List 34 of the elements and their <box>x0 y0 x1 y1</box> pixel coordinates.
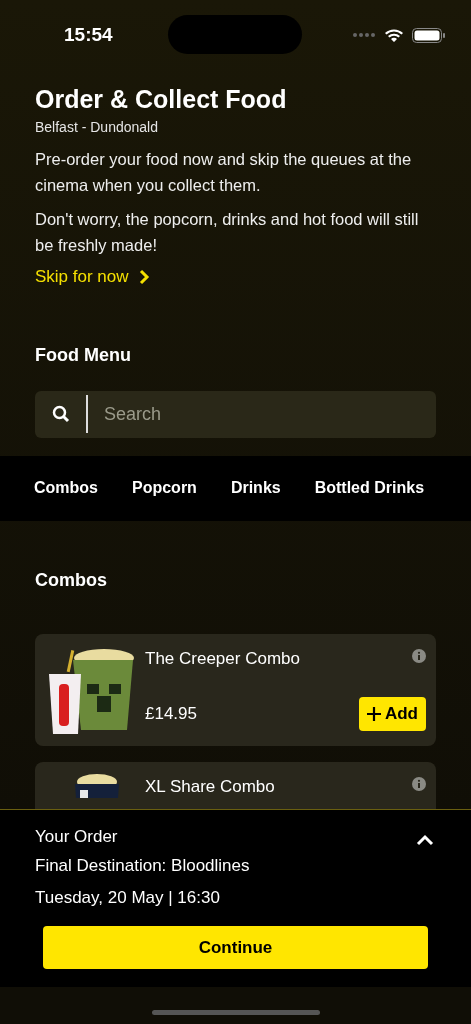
product-card[interactable]: XL Share Combo <box>35 761 436 809</box>
showtime: Tuesday, 20 May | 16:30 <box>35 886 221 909</box>
info-icon[interactable] <box>412 776 426 791</box>
plus-icon <box>366 707 381 721</box>
wifi-icon <box>384 27 404 43</box>
intro-text: Don't worry, the popcorn, drinks and hot food will still be freshly made! <box>35 209 420 256</box>
page-title: Order & Collect Food <box>35 84 288 114</box>
status-time: 15:54 <box>64 22 113 47</box>
category-tab[interactable]: Combos <box>34 476 98 500</box>
category-tab[interactable]: Popcorn <box>132 476 197 500</box>
category-tab[interactable]: Drinks <box>230 476 281 500</box>
product-name: XL Share Combo <box>145 775 275 798</box>
film-title: Final Destination: Bloodlines <box>35 855 251 877</box>
skip-link[interactable]: Skip for now <box>35 264 150 290</box>
signal-icon <box>352 32 376 38</box>
cinema-name: Belfast - Dundonald <box>35 118 159 137</box>
add-button[interactable]: Add <box>358 697 426 731</box>
category-tab[interactable]: Bottled Drinks <box>314 476 425 500</box>
battery-icon <box>412 27 445 43</box>
search-icon <box>52 405 70 423</box>
product-card[interactable]: The Creeper Combo £14.95 Add <box>35 633 436 746</box>
search-bar[interactable]: Search <box>35 390 436 438</box>
product-name: The Creeper Combo <box>145 647 300 670</box>
intro-text: Pre-order your food now and skip the queues at the cinema when you collect them. <box>35 149 413 196</box>
chevron-up-icon <box>416 834 434 847</box>
menu-heading: Food Menu <box>35 343 132 367</box>
search-field[interactable]: Search <box>104 400 419 428</box>
order-title: Your Order <box>35 825 118 848</box>
expand-button[interactable] <box>416 833 436 848</box>
section-heading: Combos <box>35 568 108 592</box>
info-icon[interactable] <box>412 648 426 663</box>
continue-button[interactable]: Continue <box>43 926 428 969</box>
chevron-right-icon <box>138 268 150 285</box>
product-price: £14.95 <box>145 703 197 726</box>
